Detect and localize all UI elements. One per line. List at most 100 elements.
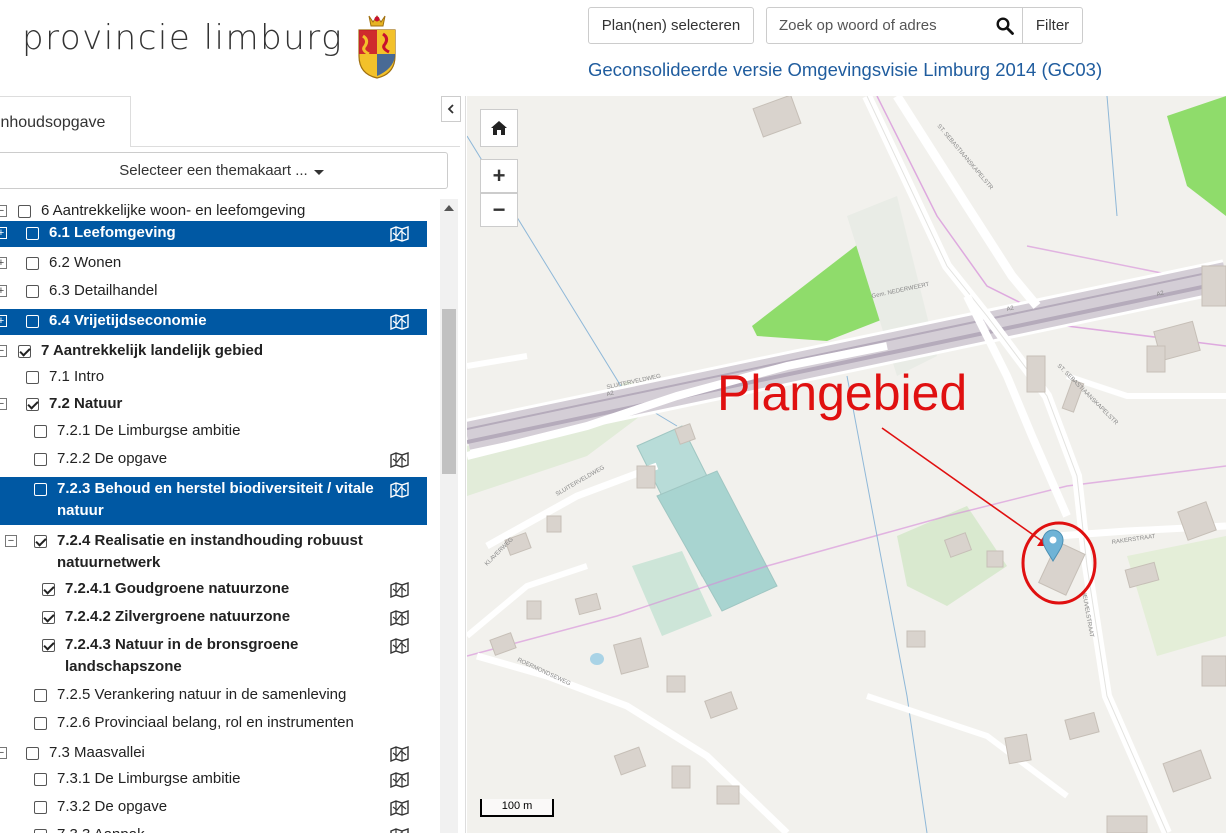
map-layer-icon[interactable] — [390, 226, 409, 242]
collapse-sidebar-button[interactable] — [441, 96, 461, 122]
tree-item-checkbox[interactable] — [26, 315, 39, 328]
tree-item-label: 7.2.4.2 Zilvergroene natuurzone — [65, 608, 291, 625]
tab-divider — [130, 146, 460, 147]
tree-item[interactable]: 7.3.1 De Limburgse ambitie — [0, 767, 427, 793]
scale-bar: 100 m — [480, 799, 554, 817]
tree-item-checkbox[interactable] — [26, 285, 39, 298]
tree-item-label: 7.2.6 Provinciaal belang, rol en instrum… — [57, 714, 354, 731]
tree-item[interactable]: − 7 Aantrekkelijk landelijk gebied — [0, 339, 427, 365]
tree-item-checkbox[interactable] — [18, 205, 31, 218]
map-layer-icon[interactable] — [390, 828, 409, 833]
tree-item-checkbox[interactable] — [34, 425, 47, 438]
tree-item[interactable]: +6.4 Vrijetijdseconomie — [0, 309, 427, 335]
select-plans-button[interactable]: Plan(nen) selecteren — [588, 7, 754, 44]
tree-item-checkbox[interactable] — [34, 453, 47, 466]
tree-item-checkbox[interactable] — [26, 227, 39, 240]
search-button[interactable] — [987, 8, 1023, 43]
table-of-contents-tree: − 6 Aantrekkelijke woon- en leefomgeving +… — [0, 199, 430, 833]
sidebar: Inhoudsopgave Selecteer een themakaart .… — [0, 96, 466, 833]
collapse-icon[interactable]: − — [5, 535, 17, 547]
map-layer-icon[interactable] — [390, 314, 409, 330]
map-layer-icon[interactable] — [390, 746, 409, 762]
thema-select-label: Selecteer een themakaart ... — [119, 162, 308, 179]
collapse-icon[interactable]: − — [0, 398, 7, 410]
map-layer-icon[interactable] — [390, 582, 409, 598]
tree-item-checkbox[interactable] — [26, 371, 39, 384]
scroll-up-icon[interactable] — [444, 205, 454, 211]
map-layer-icon[interactable] — [390, 482, 409, 498]
tree-item-checkbox[interactable] — [26, 398, 39, 411]
collapse-icon[interactable]: − — [0, 747, 7, 759]
tree-item-label: 7.2.2 De opgave — [57, 450, 168, 467]
expand-icon[interactable]: + — [0, 285, 7, 297]
tree-item[interactable]: 7.2.3 Behoud en herstel biodiversiteit /… — [0, 477, 427, 525]
tree-item-label: 7.2.4.1 Goudgroene natuurzone — [65, 580, 290, 597]
tree-item-label: 6.1 Leefomgeving — [49, 224, 176, 241]
tree-item-checkbox[interactable] — [42, 611, 55, 624]
tree-item-checkbox[interactable] — [34, 689, 47, 702]
map-layer-icon[interactable] — [390, 638, 409, 654]
tree-item[interactable]: 7.2.2 De opgave — [0, 447, 427, 473]
tree-item-label: 6 Aantrekkelijke woon- en leefomgeving — [41, 202, 306, 219]
search-box: Filter — [766, 7, 1083, 44]
tree-item-label: 7.3.3 Aanpak — [57, 824, 145, 833]
tree-item-label: 7 Aantrekkelijk landelijk gebied — [41, 342, 264, 359]
tree-item-label: 7.2.4 Realisatie en instandhouding robuu… — [57, 532, 363, 571]
tree-item-label: 7.2.4.3 Natuur in de bronsgroene landsch… — [65, 636, 299, 675]
map-layer-icon[interactable] — [390, 610, 409, 626]
crest-logo-icon — [358, 15, 396, 79]
tree-scrollbar[interactable] — [440, 199, 458, 833]
tree-item[interactable]: 7.2.4.1 Goudgroene natuurzone — [0, 577, 427, 603]
map-view[interactable]: ST. SEBASTIAANSKAPELSTR ST. SEBASTIAANSK… — [467, 96, 1226, 833]
tree-item[interactable]: 7.1 Intro — [0, 365, 427, 389]
expand-icon[interactable]: + — [0, 257, 7, 269]
header: provincie limburg Plan(nen) selecteren F… — [0, 0, 1226, 96]
map-layer-icon[interactable] — [390, 452, 409, 468]
tree-item[interactable]: 7.3.2 De opgave — [0, 795, 427, 821]
tree-item[interactable]: +6.1 Leefomgeving — [0, 221, 427, 247]
expand-icon[interactable]: + — [0, 227, 7, 239]
tree-item-checkbox[interactable] — [34, 717, 47, 730]
tree-item-checkbox[interactable] — [34, 535, 47, 548]
tree-item-label: 7.2.5 Verankering natuur in de samenlevi… — [57, 686, 347, 703]
tree-item[interactable]: − 7.2.4 Realisatie en instandhouding robu… — [0, 529, 427, 573]
tree-item[interactable]: − 6 Aantrekkelijke woon- en leefomgeving — [0, 199, 427, 221]
tree-item-label: 7.3 Maasvallei — [49, 744, 145, 761]
tree-item[interactable]: − 7.3 Maasvallei — [0, 741, 427, 765]
tree-item-checkbox[interactable] — [34, 483, 47, 496]
tree-item-checkbox[interactable] — [34, 801, 47, 814]
collapse-icon[interactable]: − — [0, 345, 7, 357]
tree-item-checkbox[interactable] — [26, 747, 39, 760]
expand-icon[interactable]: + — [0, 315, 7, 327]
tree-item-checkbox[interactable] — [18, 345, 31, 358]
tree-item[interactable]: +6.3 Detailhandel — [0, 279, 427, 305]
tree-item-checkbox[interactable] — [26, 257, 39, 270]
logo-text: provincie limburg — [22, 18, 344, 58]
tree-item-checkbox[interactable] — [42, 583, 55, 596]
tree-item-label: 6.4 Vrijetijdseconomie — [49, 312, 207, 329]
tree-item[interactable]: 7.2.4.3 Natuur in de bronsgroene landsch… — [0, 633, 427, 677]
chevron-left-icon — [447, 104, 454, 114]
tree-item[interactable]: − 7.2 Natuur — [0, 392, 427, 416]
tab-inhoudsopgave[interactable]: Inhoudsopgave — [0, 96, 131, 147]
tree-item[interactable]: +6.2 Wonen — [0, 251, 427, 277]
scrollbar-thumb[interactable] — [442, 309, 456, 474]
tree-item[interactable]: 7.3.3 Aanpak — [0, 823, 427, 833]
tree-item-label: 7.2.3 Behoud en herstel biodiversiteit /… — [57, 480, 374, 519]
collapse-icon[interactable]: − — [0, 205, 7, 217]
location-pin-icon — [1042, 529, 1064, 562]
tree-item-checkbox[interactable] — [42, 639, 55, 652]
tree-item[interactable]: 7.2.5 Verankering natuur in de samenlevi… — [0, 683, 427, 709]
map-layer-icon[interactable] — [390, 772, 409, 788]
tree-item[interactable]: 7.2.6 Provinciaal belang, rol en instrum… — [0, 711, 427, 737]
thema-map-select[interactable]: Selecteer een themakaart ... — [0, 152, 448, 189]
search-input[interactable] — [767, 8, 987, 43]
tree-item[interactable]: 7.2.4.2 Zilvergroene natuurzone — [0, 605, 427, 631]
filter-button[interactable]: Filter — [1023, 8, 1082, 43]
tree-item-label: 7.3.1 De Limburgse ambitie — [57, 770, 241, 787]
map-layer-icon[interactable] — [390, 800, 409, 816]
tree-item-checkbox[interactable] — [34, 773, 47, 786]
tree-item-checkbox[interactable] — [34, 829, 47, 833]
annotation-overlay — [881, 427, 1097, 605]
tree-item[interactable]: 7.2.1 De Limburgse ambitie — [0, 419, 427, 443]
